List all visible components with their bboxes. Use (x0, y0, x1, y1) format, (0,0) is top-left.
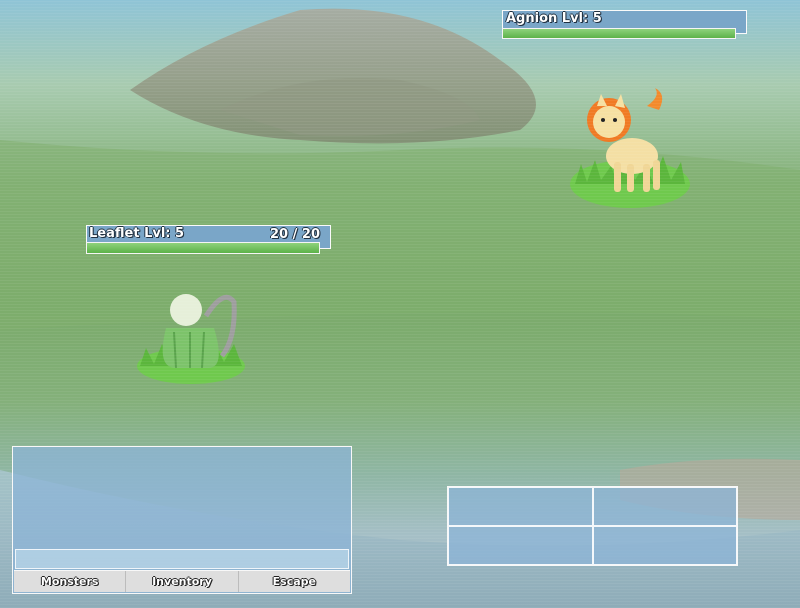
action-slot-3[interactable] (448, 526, 593, 565)
enemy-monster-sprite (570, 88, 690, 208)
player-level: Lvl: 5 (144, 226, 185, 241)
player-name-text: Leaflet (89, 226, 140, 241)
tab-monsters[interactable]: Monsters (14, 571, 127, 592)
action-slot-4[interactable] (592, 526, 737, 565)
player-hp-text: 20 / 20 (270, 227, 320, 242)
player-monster-sprite (137, 294, 245, 384)
player-hp-fill (87, 243, 319, 253)
action-grid (447, 486, 738, 566)
menu-tabs: Monsters Inventory Escape (14, 570, 350, 592)
tab-escape[interactable]: Escape (239, 571, 350, 592)
action-slot-1[interactable] (448, 487, 593, 526)
player-hp-bar (86, 242, 320, 254)
player-name: Leaflet Lvl: 5 (89, 226, 184, 241)
message-panel: Monsters Inventory Escape (12, 446, 352, 594)
enemy-level: Lvl: 5 (561, 11, 602, 26)
tab-inventory[interactable]: Inventory (126, 571, 239, 592)
player-hp-current: 20 (270, 227, 289, 242)
action-slot-2[interactable] (592, 487, 737, 526)
message-text (15, 549, 349, 569)
enemy-hp-fill (503, 29, 735, 38)
enemy-name: Agnion Lvl: 5 (506, 11, 602, 26)
enemy-hp-bar (502, 28, 736, 39)
player-hp-separator: / (292, 227, 298, 242)
player-hud: Leaflet Lvl: 5 20 / 20 (86, 225, 332, 257)
player-hp-max: 20 (301, 227, 320, 242)
enemy-name-text: Agnion (506, 11, 558, 26)
enemy-hud: Agnion Lvl: 5 (502, 10, 748, 42)
